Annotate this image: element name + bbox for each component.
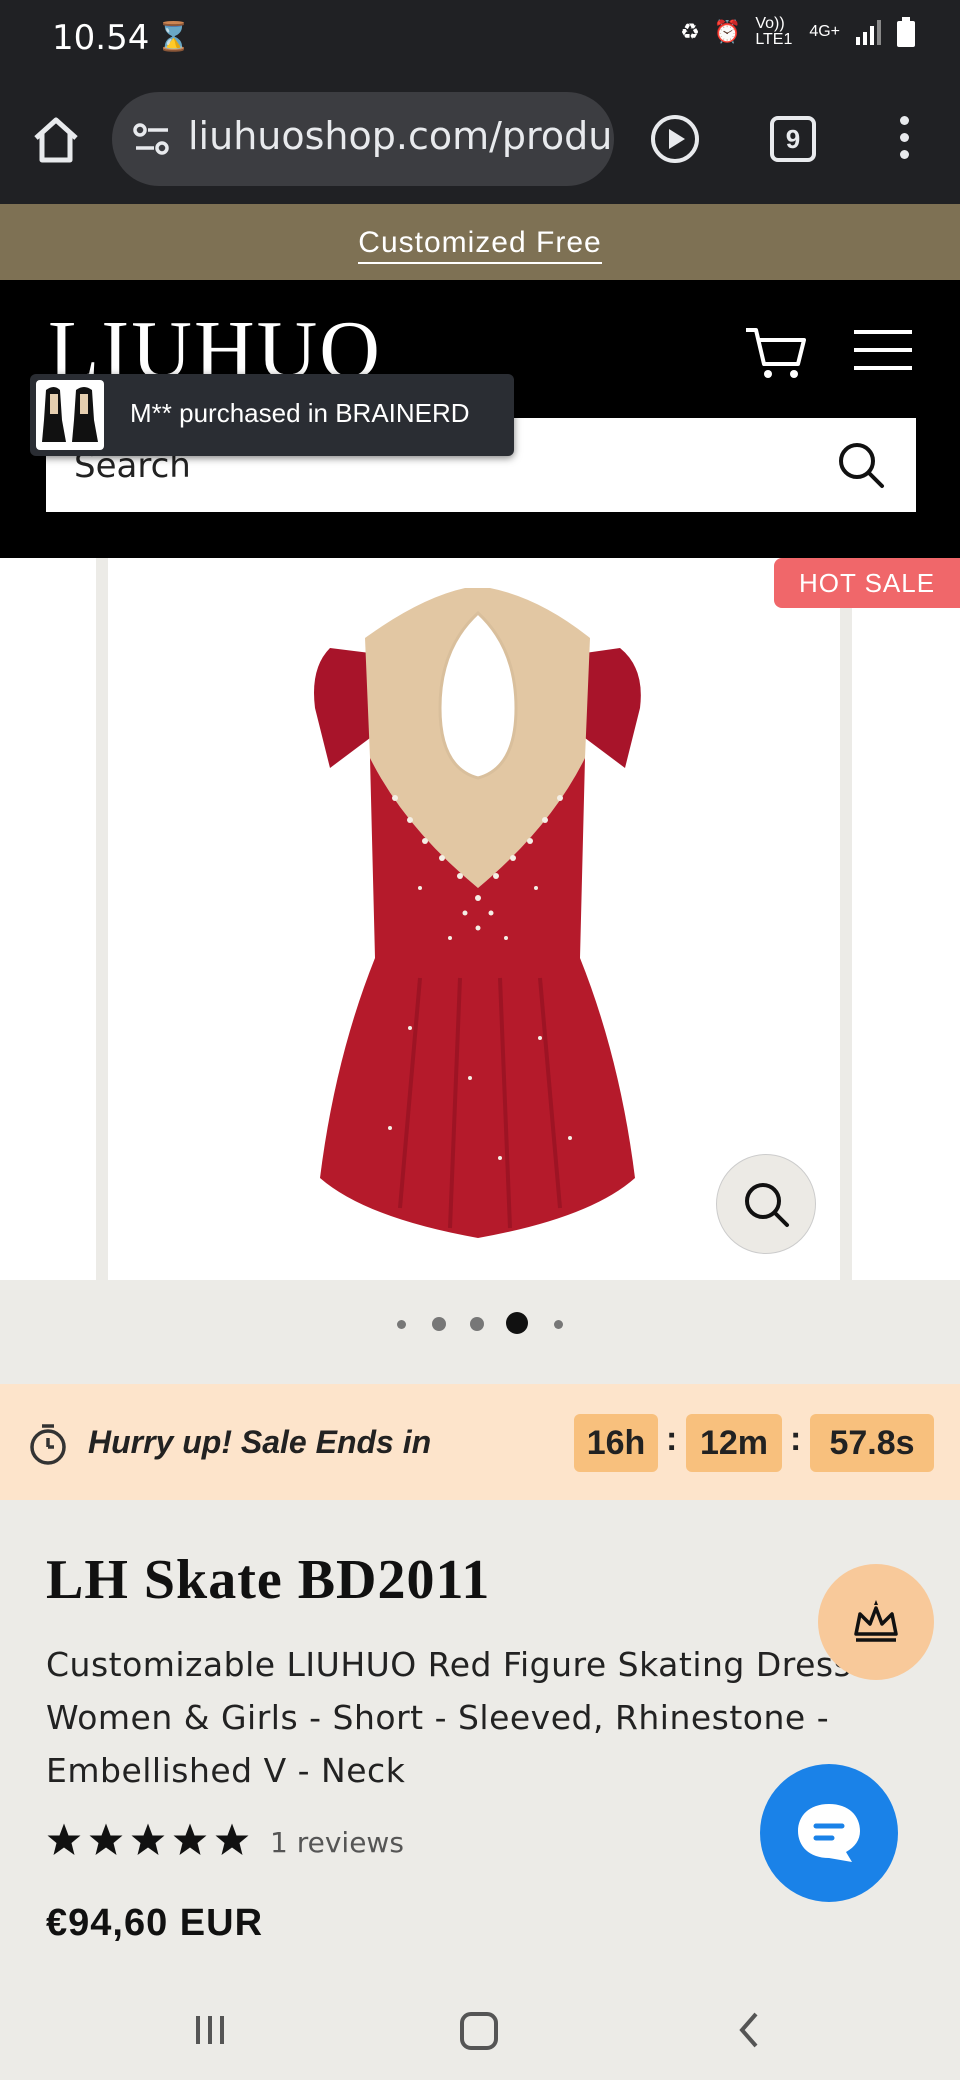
next-slide-peek[interactable] — [840, 558, 960, 1280]
zoom-button[interactable] — [716, 1154, 816, 1254]
hourglass-icon: ⌛ — [156, 21, 191, 52]
slide-dot[interactable] — [397, 1320, 406, 1329]
address-bar[interactable]: liuhuoshop.com/produc — [112, 92, 614, 186]
countdown-seconds: 57.8s — [810, 1414, 934, 1472]
announcement-bar: Customized Free — [0, 204, 960, 280]
slide-dot[interactable] — [554, 1320, 563, 1329]
network-label: Vo)) LTE1 — [755, 15, 793, 48]
rewards-button[interactable] — [818, 1564, 934, 1680]
star-icon — [47, 1823, 81, 1855]
slide-dot[interactable] — [432, 1317, 446, 1331]
hamburger-menu-icon[interactable] — [854, 330, 912, 374]
timer-icon — [30, 1424, 66, 1465]
battery-icon — [897, 17, 915, 47]
signal-type: 4G+ — [809, 23, 840, 40]
status-time: 10.54 — [52, 18, 150, 58]
star-icon — [131, 1823, 165, 1855]
product-title: LH Skate BD2011 — [46, 1549, 491, 1611]
back-icon[interactable] — [730, 2010, 770, 2050]
system-navigation-bar — [0, 1980, 960, 2080]
star-icon — [173, 1823, 207, 1855]
status-icons: ♻ ⏰ Vo)) LTE1 4G+ — [680, 16, 916, 48]
product-description: Customizable LIUHUO Red Figure Skating D… — [46, 1645, 852, 1790]
alarm-icon: ⏰ — [713, 19, 742, 44]
cart-icon[interactable] — [744, 326, 808, 382]
chat-icon — [798, 1804, 860, 1862]
chat-button[interactable] — [760, 1764, 898, 1902]
countdown-separator: : — [790, 1420, 802, 1458]
signal-icon — [856, 20, 881, 45]
slide-dot[interactable] — [470, 1317, 484, 1331]
countdown-minutes: 12m — [686, 1414, 782, 1472]
notification-thumbnail — [36, 380, 104, 450]
home-icon[interactable] — [30, 114, 82, 166]
slide-dot-active[interactable] — [506, 1312, 528, 1334]
notification-text: M** purchased in BRAINERD — [130, 398, 470, 428]
play-icon[interactable] — [650, 114, 700, 164]
site-settings-icon[interactable] — [132, 122, 172, 158]
tab-switcher-button[interactable]: 9 — [770, 116, 816, 162]
search-icon[interactable] — [836, 440, 886, 490]
countdown-label: Hurry up! Sale Ends in — [88, 1424, 432, 1460]
review-count-link[interactable]: 1 reviews — [270, 1826, 404, 1859]
prev-slide-peek[interactable] — [0, 558, 108, 1280]
status-bar: 10.54 ⌛ ♻ ⏰ Vo)) LTE1 4G+ — [0, 0, 960, 76]
countdown-hours: 16h — [574, 1414, 658, 1472]
product-price: €94,60 EUR — [46, 1902, 264, 1944]
overflow-menu-icon[interactable] — [896, 116, 912, 166]
announcement-link[interactable]: Customized Free — [358, 226, 602, 264]
crown-icon — [854, 1600, 898, 1642]
hot-sale-badge: HOT SALE — [774, 558, 960, 608]
purchase-notification[interactable]: M** purchased in BRAINERD — [30, 374, 514, 456]
url-text[interactable]: liuhuoshop.com/produc — [188, 114, 614, 158]
browser-toolbar: liuhuoshop.com/produc 9 — [0, 76, 960, 204]
slide-indicator — [0, 1280, 960, 1384]
recent-apps-icon[interactable] — [190, 2010, 230, 2050]
star-icon — [215, 1823, 249, 1855]
star-icon — [89, 1823, 123, 1855]
zoom-icon — [745, 1183, 789, 1227]
sale-countdown: Hurry up! Sale Ends in 16h : 12m : 57.8s — [0, 1384, 960, 1500]
countdown-separator: : — [666, 1420, 678, 1458]
recycle-icon: ♻ — [680, 19, 700, 44]
home-nav-icon[interactable] — [458, 2010, 500, 2052]
rating-stars[interactable] — [46, 1822, 250, 1858]
